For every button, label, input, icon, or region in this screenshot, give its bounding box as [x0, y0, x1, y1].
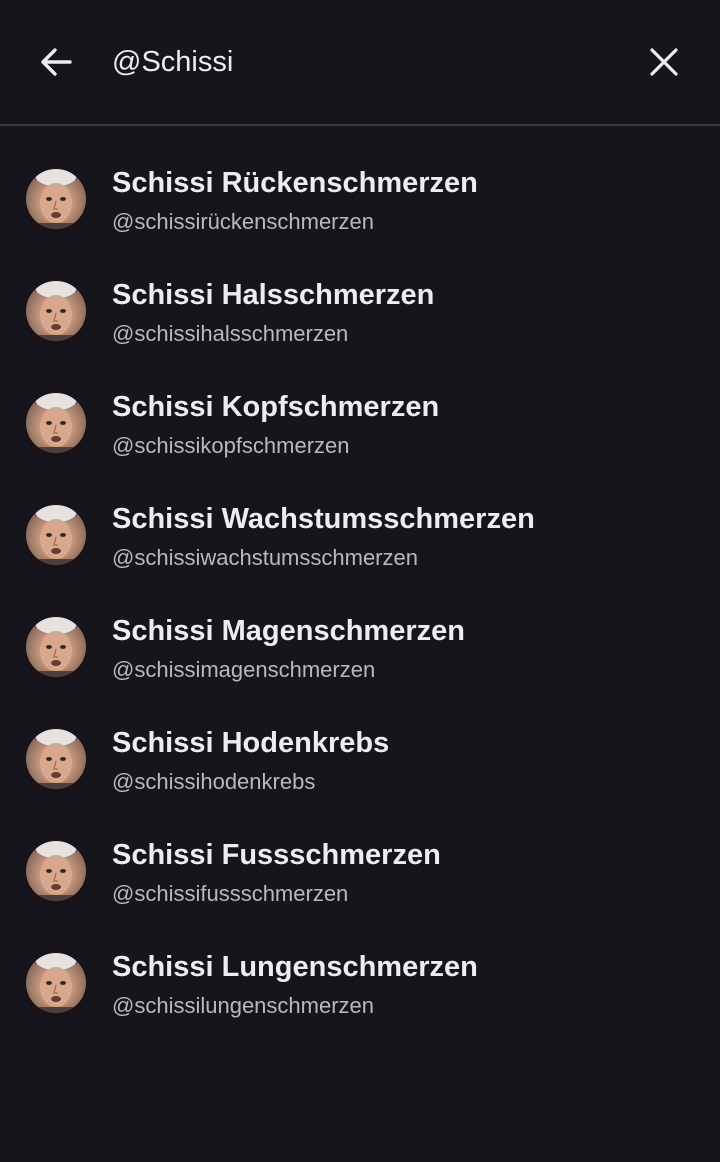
result-username: @schissimagenschmerzen: [112, 657, 376, 682]
result-username: @schissikopfschmerzen: [112, 433, 350, 458]
result-display-name: Schissi Kopfschmerzen: [112, 391, 440, 423]
arrow-left-icon: [41, 48, 72, 76]
result-display-name: Schissi Hodenkrebs: [112, 727, 390, 759]
avatar: [26, 505, 86, 565]
result-display-name: Schissi Magenschmerzen: [112, 615, 465, 647]
search-result-item[interactable]: Schissi Magenschmerzen @schissimagenschm…: [0, 574, 720, 686]
search-result-item[interactable]: Schissi Hodenkrebs @schissihodenkrebs: [0, 686, 720, 798]
result-display-name: Schissi Wachstumsschmerzen: [112, 503, 535, 535]
search-input[interactable]: [112, 36, 612, 88]
result-display-name: Schissi Halsschmerzen: [112, 279, 435, 311]
search-result-item[interactable]: Schissi Halsschmerzen @schissihalsschmer…: [0, 238, 720, 350]
avatar: [26, 841, 86, 901]
result-display-name: Schissi Fussschmerzen: [112, 839, 441, 871]
avatar: [26, 617, 86, 677]
avatar: [26, 393, 86, 453]
result-username: @schissihodenkrebs: [112, 769, 316, 794]
result-display-name: Schissi Rückenschmerzen: [112, 167, 478, 199]
result-username: @schissihalsschmerzen: [112, 321, 349, 346]
search-result-item[interactable]: Schissi Rückenschmerzen @schissirückensc…: [0, 126, 720, 238]
avatar: [26, 729, 86, 789]
result-username: @schissilungenschmerzen: [112, 993, 375, 1018]
avatar: [26, 169, 86, 229]
search-result-item[interactable]: Schissi Wachstumsschmerzen @schissiwachs…: [0, 462, 720, 574]
result-username: @schissifussschmerzen: [112, 881, 349, 906]
search-result-item[interactable]: Schissi Fussschmerzen @schissifussschmer…: [0, 798, 720, 910]
clear-search-button[interactable]: [632, 30, 696, 94]
search-result-item[interactable]: Schissi Lungenschmerzen @schissilungensc…: [0, 910, 720, 1022]
search-result-item[interactable]: Schissi Kopfschmerzen @schissikopfschmer…: [0, 350, 720, 462]
avatar: [26, 953, 86, 1013]
back-button[interactable]: [24, 30, 88, 94]
close-icon: [650, 48, 678, 76]
avatar: [26, 281, 86, 341]
search-header: [0, 0, 720, 124]
result-username: @schissirückenschmerzen: [112, 209, 374, 234]
result-display-name: Schissi Lungenschmerzen: [112, 951, 478, 983]
search-results-list: Schissi Rückenschmerzen @schissirückensc…: [0, 126, 720, 1022]
result-username: @schissiwachstumsschmerzen: [112, 545, 418, 570]
